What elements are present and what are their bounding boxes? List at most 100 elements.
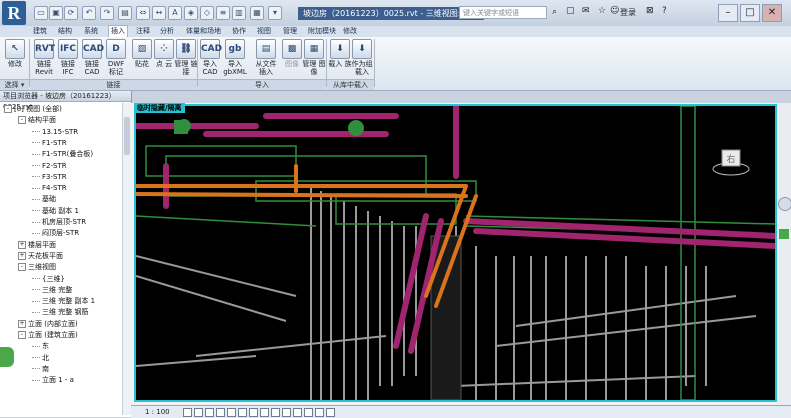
open-icon[interactable]: ▭ — [34, 6, 48, 20]
link-ifc-button[interactable]: IFC 链接 IFC — [56, 39, 80, 76]
user-icon[interactable]: ☺ — [610, 6, 619, 16]
browser-tree-item[interactable]: 基础 — [32, 194, 56, 205]
tab-view[interactable]: 视图 — [257, 26, 271, 37]
tab-modify[interactable]: 修改 — [343, 26, 357, 37]
browser-tree-item[interactable]: F2-STR — [32, 161, 67, 172]
browser-tree-item[interactable]: 立面 1 - a — [32, 375, 74, 386]
3d-view-canvas[interactable] — [134, 104, 777, 402]
browser-tree-item[interactable]: 北 — [32, 353, 49, 364]
decal-button[interactable]: ▨ 贴花 — [130, 39, 154, 68]
redo-icon[interactable]: ↷ — [100, 6, 114, 20]
tab-manage[interactable]: 管理 — [283, 26, 297, 37]
modify-button[interactable]: ↖ 修改 — [3, 39, 27, 68]
load-as-group-button[interactable]: ⬇ 作为组 载入 — [350, 39, 374, 76]
lock-view-icon[interactable] — [260, 408, 269, 417]
steering-wheel-icon[interactable] — [778, 197, 791, 211]
tab-architecture[interactable]: 建筑 — [33, 26, 47, 37]
print-icon[interactable]: ▤ — [118, 6, 132, 20]
collapse-icon[interactable]: - — [18, 116, 26, 125]
search-input[interactable]: 键入关键字或短语 — [459, 6, 547, 19]
browser-tree-item[interactable]: 机房层顶-STR — [32, 217, 86, 228]
browser-tree-item[interactable]: F4-STR — [32, 183, 67, 194]
detail-level-icon[interactable] — [183, 408, 192, 417]
worksharing-icon[interactable] — [293, 408, 302, 417]
browser-tree-item[interactable]: 南 — [32, 364, 49, 375]
switch-windows-icon[interactable]: ▦ — [250, 6, 264, 20]
tab-systems[interactable]: 系统 — [84, 26, 98, 37]
tab-structure[interactable]: 结构 — [58, 26, 72, 37]
expand-icon[interactable]: + — [18, 240, 26, 249]
browser-tree-item[interactable]: 基础 副本 1 — [32, 206, 79, 217]
minimize-button[interactable]: – — [718, 4, 738, 22]
import-gbxml-button[interactable]: gb 导入 gbXML — [220, 39, 250, 76]
crop-view-icon[interactable] — [238, 408, 247, 417]
constraints-icon[interactable] — [326, 408, 335, 417]
load-family-button[interactable]: ⬇ 载入 族 — [328, 39, 352, 68]
browser-tree-item[interactable]: F1-STR(叠合板) — [32, 149, 93, 160]
browser-tree-item[interactable]: - 结构平面 — [18, 115, 56, 126]
tab-annotate[interactable]: 注释 — [136, 26, 150, 37]
tag-icon[interactable]: A — [168, 6, 182, 20]
browser-tree-item[interactable]: 三维 完整 副本 1 — [32, 296, 95, 307]
insert-from-file-button[interactable]: ▤ 从文件 插入 — [252, 39, 280, 76]
login-button[interactable]: 登录 — [620, 7, 636, 18]
3d-view-icon[interactable]: ◈ — [184, 6, 198, 20]
scrollbar-thumb[interactable] — [124, 117, 130, 155]
sun-path-icon[interactable] — [205, 408, 214, 417]
steering-wheel-tab[interactable] — [0, 347, 14, 367]
dwf-markup-button[interactable]: D DWF 标记 — [104, 39, 128, 76]
image-button[interactable]: ▩ 图像 — [280, 39, 304, 68]
reveal-hidden-icon[interactable] — [282, 408, 291, 417]
sync-icon[interactable]: ⟳ — [64, 6, 78, 20]
temp-hide-icon[interactable] — [271, 408, 280, 417]
dimension-icon[interactable]: ↔ — [152, 6, 166, 20]
browser-tree-item[interactable]: {三维} — [32, 274, 65, 285]
tab-analyze[interactable]: 分析 — [160, 26, 174, 37]
browser-tree-item[interactable]: + 立面 (内部立面) — [18, 319, 78, 330]
measure-icon[interactable]: ⇔ — [136, 6, 150, 20]
browser-tree-item[interactable]: F3-STR — [32, 172, 67, 183]
customize-qat-icon[interactable]: ▾ — [268, 6, 282, 20]
browser-tree-item[interactable]: F1-STR — [32, 138, 67, 149]
view-scale[interactable]: 1 : 100 — [145, 406, 170, 418]
browser-tree-item[interactable]: - [0] 视图 (全部) — [4, 104, 62, 115]
zoom-icon[interactable] — [779, 229, 789, 239]
save-icon[interactable]: ▣ — [49, 6, 63, 20]
analytical-icon[interactable] — [304, 408, 313, 417]
render-icon[interactable] — [227, 408, 236, 417]
browser-tree-item[interactable]: 三维 完整 钢筋 — [32, 307, 88, 318]
collapse-icon[interactable]: - — [18, 331, 26, 339]
thin-lines-icon[interactable]: ≡ — [216, 6, 230, 20]
subscription-icon[interactable]: ▢ — [566, 6, 575, 16]
browser-tree-item[interactable]: 闷顶层-STR — [32, 228, 79, 239]
expand-icon[interactable]: + — [18, 251, 26, 260]
tab-collaborate[interactable]: 协作 — [232, 26, 246, 37]
browser-tree-item[interactable]: 三维 完整 — [32, 285, 72, 296]
browser-tree-item[interactable]: 13.15-STR — [32, 127, 78, 138]
undo-icon[interactable]: ↶ — [82, 6, 96, 20]
link-cad-button[interactable]: CAD 链接 CAD — [80, 39, 104, 76]
link-revit-button[interactable]: RVT 链接 Revit — [32, 39, 56, 76]
viewcube[interactable]: 右 — [712, 147, 750, 177]
close-button[interactable]: ✕ — [762, 4, 782, 22]
browser-tree-item[interactable]: 东 — [32, 341, 49, 352]
collapse-icon[interactable]: - — [18, 263, 26, 272]
point-cloud-button[interactable]: ⁘ 点 云 — [152, 39, 176, 68]
browser-tree-item[interactable]: - 三维视图 — [18, 262, 56, 273]
panel-select-label[interactable]: 选择 ▾ — [0, 79, 29, 90]
show-crop-icon[interactable] — [249, 408, 258, 417]
favorites-icon[interactable]: ☆ — [598, 6, 606, 16]
import-cad-button[interactable]: CAD 导入 CAD — [198, 39, 222, 76]
tab-massing-site[interactable]: 体量和场地 — [186, 26, 221, 37]
browser-tree-item[interactable]: + 天花板平面 — [18, 251, 63, 262]
help-icon[interactable]: ? — [662, 6, 667, 16]
expand-icon[interactable]: + — [18, 319, 26, 328]
maximize-button[interactable]: □ — [740, 4, 760, 22]
section-icon[interactable]: ◇ — [200, 6, 214, 20]
manage-links-button[interactable]: ⛓ 管理 链接 — [174, 39, 198, 76]
browser-tree-item[interactable]: + 楼层平面 — [18, 240, 56, 251]
search-icon[interactable]: ⌕ — [552, 7, 557, 17]
exchange-icon[interactable]: ⊠ — [646, 6, 654, 16]
revit-logo[interactable]: R — [2, 1, 26, 25]
browser-scrollbar[interactable] — [122, 103, 131, 415]
